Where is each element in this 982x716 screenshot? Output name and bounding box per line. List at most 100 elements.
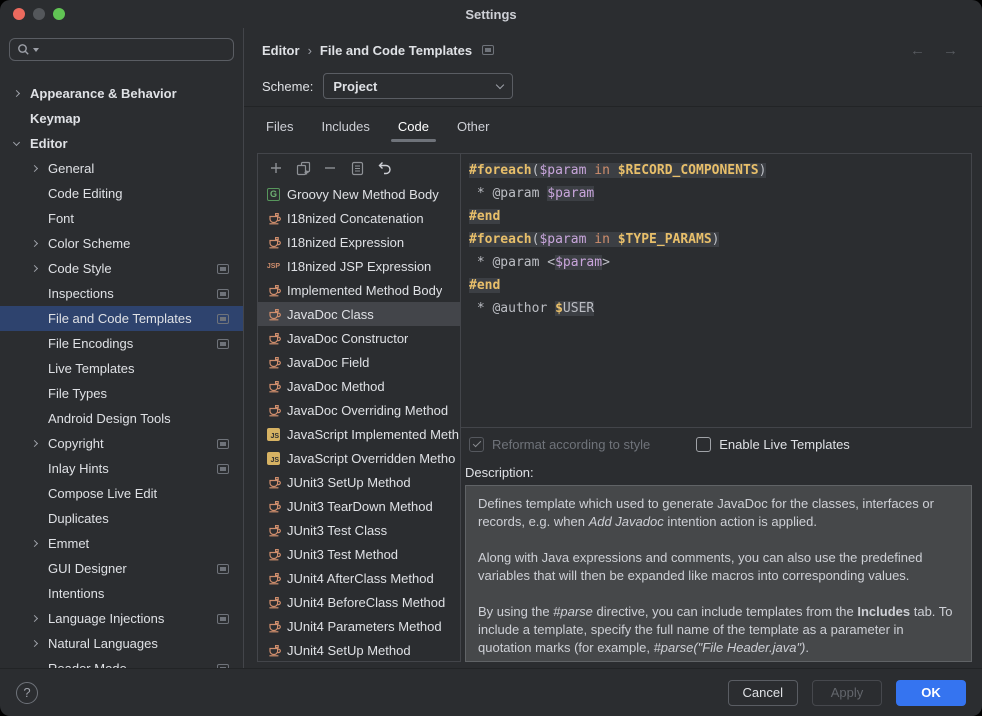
template-list-panel: GGroovy New Method BodyI18nized Concaten…: [257, 153, 461, 662]
apply-button[interactable]: Apply: [812, 680, 882, 706]
template-item-javadoc-field[interactable]: JavaDoc Field: [258, 350, 460, 374]
description-text: Includes: [857, 604, 910, 619]
template-item-junit3-setup-method[interactable]: JUnit3 SetUp Method: [258, 470, 460, 494]
template-item-junit3-teardown-method[interactable]: JUnit3 TearDown Method: [258, 494, 460, 518]
ok-button[interactable]: OK: [896, 680, 966, 706]
reset-button[interactable]: [376, 160, 392, 176]
forward-arrow-icon[interactable]: →: [943, 42, 958, 59]
template-item-junit4-setup-method[interactable]: JUnit4 SetUp Method: [258, 638, 460, 661]
sidebar-item-live-templates[interactable]: Live Templates: [0, 356, 243, 381]
template-item-junit3-test-method[interactable]: JUnit3 Test Method: [258, 542, 460, 566]
template-item-i18nized-expression[interactable]: I18nized Expression: [258, 230, 460, 254]
template-item-junit4-afterclass-method[interactable]: JUnit4 AfterClass Method: [258, 566, 460, 590]
chevron-right-icon[interactable]: [31, 240, 38, 247]
live-templates-checkbox-group[interactable]: Enable Live Templates: [696, 437, 850, 452]
help-button[interactable]: ?: [16, 682, 38, 704]
add-child-button[interactable]: [295, 160, 311, 176]
settings-sidebar: Appearance & BehaviorKeymapEditorGeneral…: [0, 28, 244, 668]
minimize-window-button[interactable]: [33, 8, 45, 20]
sidebar-item-file-types[interactable]: File Types: [0, 381, 243, 406]
code-token: in: [594, 232, 610, 247]
close-window-button[interactable]: [13, 8, 25, 20]
zoom-window-button[interactable]: [53, 8, 65, 20]
template-item-label: JUnit3 SetUp Method: [287, 475, 411, 490]
reformat-checkbox-group[interactable]: Reformat according to style: [469, 437, 650, 452]
reset-icon: [376, 160, 392, 176]
template-item-javascript-overridden-metho[interactable]: JSJavaScript Overridden Metho: [258, 446, 460, 470]
sidebar-item-natural-languages[interactable]: Natural Languages: [0, 631, 243, 656]
sidebar-item-android-design-tools[interactable]: Android Design Tools: [0, 406, 243, 431]
template-item-junit4-beforeclass-method[interactable]: JUnit4 BeforeClass Method: [258, 590, 460, 614]
sidebar-item-file-and-code-templates[interactable]: File and Code Templates: [0, 306, 243, 331]
template-item-javascript-implemented-meth[interactable]: JSJavaScript Implemented Meth: [258, 422, 460, 446]
sidebar-item-inlay-hints[interactable]: Inlay Hints: [0, 456, 243, 481]
description-text: .: [805, 640, 809, 655]
sidebar-item-reader-mode[interactable]: Reader Mode: [0, 656, 243, 668]
back-arrow-icon[interactable]: ←: [910, 42, 925, 59]
search-box[interactable]: [9, 38, 234, 61]
template-item-junit4-parameters-method[interactable]: JUnit4 Parameters Method: [258, 614, 460, 638]
sidebar-item-intentions[interactable]: Intentions: [0, 581, 243, 606]
breadcrumb-file-and-code-templates[interactable]: File and Code Templates: [320, 43, 472, 58]
template-item-i18nized-concatenation[interactable]: I18nized Concatenation: [258, 206, 460, 230]
tab-files[interactable]: Files: [266, 115, 293, 138]
reformat-checkbox[interactable]: [469, 437, 484, 452]
breadcrumb-editor[interactable]: Editor: [262, 43, 300, 58]
sidebar-item-compose-live-edit[interactable]: Compose Live Edit: [0, 481, 243, 506]
template-item-i18nized-jsp-expression[interactable]: JSPI18nized JSP Expression: [258, 254, 460, 278]
search-options-caret-icon[interactable]: [33, 48, 39, 52]
search-input[interactable]: [42, 41, 226, 58]
sidebar-item-code-editing[interactable]: Code Editing: [0, 181, 243, 206]
sidebar-item-inspections[interactable]: Inspections: [0, 281, 243, 306]
chevron-right-icon[interactable]: [13, 90, 20, 97]
template-item-implemented-method-body[interactable]: Implemented Method Body: [258, 278, 460, 302]
sidebar-item-emmet[interactable]: Emmet: [0, 531, 243, 556]
tab-includes[interactable]: Includes: [321, 115, 369, 138]
chevron-right-icon[interactable]: [31, 640, 38, 647]
java-icon: [266, 571, 281, 586]
description-box[interactable]: Defines template which used to generate …: [465, 485, 972, 662]
sidebar-item-label: Language Injections: [48, 611, 164, 626]
sidebar-item-duplicates[interactable]: Duplicates: [0, 506, 243, 531]
chevron-right-icon[interactable]: [31, 265, 38, 272]
template-item-label: JavaDoc Class: [287, 307, 374, 322]
sidebar-item-color-scheme[interactable]: Color Scheme: [0, 231, 243, 256]
chevron-right-icon[interactable]: [31, 615, 38, 622]
template-item-groovy-new-method-body[interactable]: GGroovy New Method Body: [258, 182, 460, 206]
sidebar-item-copyright[interactable]: Copyright: [0, 431, 243, 456]
chevron-right-icon[interactable]: [31, 165, 38, 172]
sidebar-item-font[interactable]: Font: [0, 206, 243, 231]
cancel-button[interactable]: Cancel: [728, 680, 798, 706]
sidebar-item-gui-designer[interactable]: GUI Designer: [0, 556, 243, 581]
chevron-right-icon[interactable]: [31, 440, 38, 447]
code-token: ): [712, 232, 720, 247]
template-item-junit3-test-class[interactable]: JUnit3 Test Class: [258, 518, 460, 542]
description-label: Description:: [461, 460, 972, 485]
template-item-javadoc-constructor[interactable]: JavaDoc Constructor: [258, 326, 460, 350]
titlebar[interactable]: Settings: [0, 0, 982, 28]
template-code-editor[interactable]: #foreach($param in $RECORD_COMPONENTS) *…: [461, 153, 972, 428]
template-item-javadoc-overriding-method[interactable]: JavaDoc Overriding Method: [258, 398, 460, 422]
template-item-javadoc-method[interactable]: JavaDoc Method: [258, 374, 460, 398]
live-templates-checkbox[interactable]: [696, 437, 711, 452]
sidebar-item-language-injections[interactable]: Language Injections: [0, 606, 243, 631]
tab-other[interactable]: Other: [457, 115, 490, 138]
sidebar-item-keymap[interactable]: Keymap: [0, 106, 243, 131]
sidebar-item-general[interactable]: General: [0, 156, 243, 181]
tab-code[interactable]: Code: [398, 115, 429, 138]
template-item-javadoc-class[interactable]: JavaDoc Class: [258, 302, 460, 326]
sidebar-item-code-style[interactable]: Code Style: [0, 256, 243, 281]
chevron-down-icon[interactable]: [13, 139, 20, 146]
sidebar-item-editor[interactable]: Editor: [0, 131, 243, 156]
sidebar-item-file-encodings[interactable]: File Encodings: [0, 331, 243, 356]
template-item-label: JavaDoc Overriding Method: [287, 403, 448, 418]
remove-button[interactable]: [322, 160, 338, 176]
code-token: * @author: [469, 301, 555, 316]
scheme-dropdown[interactable]: Project: [323, 73, 513, 99]
add-button[interactable]: [268, 160, 284, 176]
breadcrumb-separator: ›: [308, 43, 312, 58]
scoped-settings-icon: [217, 464, 229, 474]
chevron-right-icon[interactable]: [31, 540, 38, 547]
sidebar-item-appearance-behavior[interactable]: Appearance & Behavior: [0, 81, 243, 106]
copy-button[interactable]: [349, 160, 365, 176]
